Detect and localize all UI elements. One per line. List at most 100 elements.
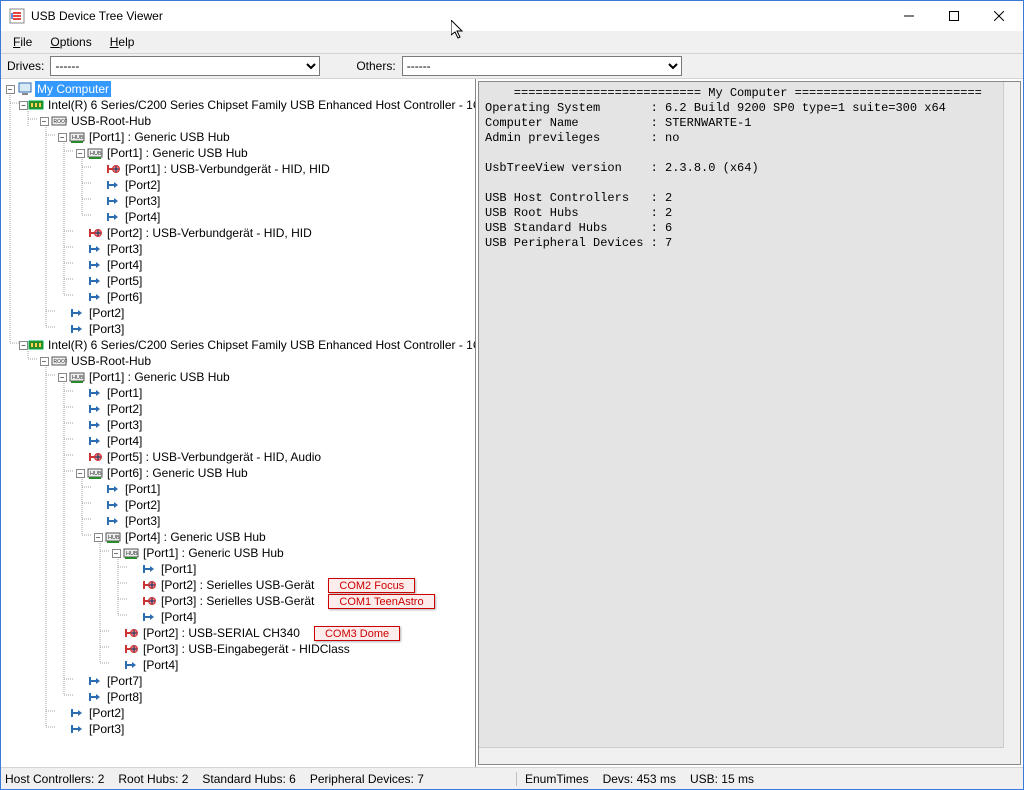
toolbar: Drives: ------ Others: ------ <box>1 53 1023 79</box>
tree-label[interactable]: [Port1] : USB-Verbundgerät - HID, HID <box>123 161 332 177</box>
tree-toggle-icon[interactable]: − <box>19 98 28 112</box>
computer-icon <box>17 81 33 97</box>
tree-label[interactable]: My Computer <box>35 81 111 97</box>
menu-file[interactable]: File <box>5 33 40 51</box>
tree-label[interactable]: [Port4] <box>123 209 162 225</box>
tree-label[interactable]: [Port1] : Generic USB Hub <box>105 145 250 161</box>
tree-label[interactable]: [Port3] <box>105 417 144 433</box>
tree-pane[interactable]: −My Computer−Intel(R) 6 Series/C200 Seri… <box>1 79 476 767</box>
tree-toggle-icon <box>73 258 87 272</box>
tree-row[interactable]: [Port2] <box>1 305 475 321</box>
tree-toggle-icon <box>109 626 123 640</box>
port-icon <box>141 561 157 577</box>
vertical-scrollbar[interactable] <box>1003 82 1020 764</box>
tree-label[interactable]: [Port1] <box>123 481 162 497</box>
tree-label[interactable]: [Port2] : Serielles USB-Gerät <box>159 577 316 593</box>
menu-options[interactable]: Options <box>42 33 99 51</box>
tree-label[interactable]: [Port5] : USB-Verbundgerät - HID, Audio <box>105 449 323 465</box>
tree-label[interactable]: [Port2] <box>105 401 144 417</box>
port-icon <box>87 385 103 401</box>
tree-row[interactable]: −ROOTUSB-Root-Hub <box>1 113 475 129</box>
tree-label[interactable]: [Port8] <box>105 689 144 705</box>
device-icon <box>123 641 139 657</box>
close-button[interactable] <box>976 2 1021 31</box>
tree-toggle-icon[interactable]: − <box>73 466 87 480</box>
content: −My Computer−Intel(R) 6 Series/C200 Seri… <box>1 79 1023 767</box>
horizontal-scrollbar[interactable] <box>479 747 1004 764</box>
tree-toggle-icon <box>109 658 123 672</box>
tree-toggle-icon <box>73 418 87 432</box>
tree-label[interactable]: [Port1] <box>159 561 198 577</box>
port-icon <box>87 257 103 273</box>
svg-text:HUB: HUB <box>90 471 102 477</box>
tree-toggle-icon <box>91 178 105 192</box>
tree-toggle-icon[interactable]: − <box>73 146 87 160</box>
minimize-button[interactable] <box>886 2 931 31</box>
tree-toggle-icon[interactable]: − <box>37 354 51 368</box>
tree-row[interactable]: [Port2] <box>1 705 475 721</box>
tree-label[interactable]: [Port3] : Serielles USB-Gerät <box>159 593 316 609</box>
tree-toggle-icon <box>55 706 69 720</box>
tree-label[interactable]: [Port6] : Generic USB Hub <box>105 465 250 481</box>
tree-label[interactable]: [Port3] <box>123 193 162 209</box>
tree-row[interactable]: [Port3] <box>1 721 475 737</box>
tree-label[interactable]: [Port7] <box>105 673 144 689</box>
tree-toggle-icon[interactable]: − <box>3 82 17 96</box>
tree-label[interactable]: [Port3] <box>87 721 126 737</box>
tree-label[interactable]: USB-Root-Hub <box>69 113 153 129</box>
tree-label[interactable]: [Port2] <box>87 705 126 721</box>
tree-label[interactable]: [Port4] : Generic USB Hub <box>123 529 268 545</box>
info-pane[interactable]: ========================== My Computer =… <box>478 81 1021 765</box>
tree-toggle-icon[interactable]: − <box>91 530 105 544</box>
device-icon <box>87 449 103 465</box>
tree-label[interactable]: USB-Root-Hub <box>69 353 153 369</box>
tree-label[interactable]: [Port5] <box>105 273 144 289</box>
tree-toggle-icon[interactable]: − <box>55 130 69 144</box>
tree-toggle-icon[interactable]: − <box>19 338 28 352</box>
port-icon <box>87 673 103 689</box>
maximize-button[interactable] <box>931 2 976 31</box>
tree-label[interactable]: Intel(R) 6 Series/C200 Series Chipset Fa… <box>46 337 476 353</box>
tree-row[interactable]: [Port8] <box>1 689 475 705</box>
tree-label[interactable]: [Port4] <box>105 257 144 273</box>
tree-label[interactable]: [Port6] <box>105 289 144 305</box>
tree-label[interactable]: [Port1] : Generic USB Hub <box>141 545 286 561</box>
tree-label[interactable]: [Port4] <box>105 433 144 449</box>
tree-toggle-icon <box>73 242 87 256</box>
tree-row[interactable]: − Intel(R) 6 Series/C200 Series Chipset F… <box>1 337 475 353</box>
tree-label[interactable]: [Port2] : USB-Verbundgerät - HID, HID <box>105 225 314 241</box>
tree-label[interactable]: Intel(R) 6 Series/C200 Series Chipset Fa… <box>46 97 476 113</box>
tree-toggle-icon[interactable]: − <box>55 370 69 384</box>
tree-toggle-icon[interactable]: − <box>109 546 123 560</box>
tree-toggle-icon <box>73 226 87 240</box>
tree-row[interactable]: − My Computer <box>1 81 475 97</box>
svg-text:HUB: HUB <box>90 151 102 157</box>
tree-label[interactable]: [Port2] <box>123 497 162 513</box>
tree-label[interactable]: [Port3] <box>105 241 144 257</box>
tree-label[interactable]: [Port3] <box>123 513 162 529</box>
tree-label[interactable]: [Port1] : Generic USB Hub <box>87 129 232 145</box>
menubar: File Options Help <box>1 31 1023 53</box>
tree-toggle-icon[interactable]: − <box>37 114 51 128</box>
tree-label[interactable]: [Port3] <box>87 321 126 337</box>
tree-row[interactable]: −ROOTUSB-Root-Hub <box>1 353 475 369</box>
tree-row[interactable]: [Port6] <box>1 289 475 305</box>
tree-label[interactable]: [Port1] : Generic USB Hub <box>87 369 232 385</box>
tree-label[interactable]: [Port2] : USB-SERIAL CH340 <box>141 625 302 641</box>
tree-row[interactable]: − Intel(R) 6 Series/C200 Series Chipset F… <box>1 97 475 113</box>
drives-select[interactable]: ------ <box>50 56 320 76</box>
tree-toggle-icon <box>73 402 87 416</box>
tree-label[interactable]: [Port4] <box>141 657 180 673</box>
tree-row[interactable]: [Port3] <box>1 321 475 337</box>
tree-toggle-icon <box>73 290 87 304</box>
tree-label[interactable]: [Port2] <box>123 177 162 193</box>
tree-label[interactable]: [Port2] <box>87 305 126 321</box>
others-select[interactable]: ------ <box>402 56 682 76</box>
com-badge: COM3 Dome <box>314 626 400 641</box>
window-title: USB Device Tree Viewer <box>31 9 886 23</box>
menu-help[interactable]: Help <box>102 33 143 51</box>
tree-label[interactable]: [Port1] <box>105 385 144 401</box>
tree-label[interactable]: [Port3] : USB-Eingabegerät - HIDClass <box>141 641 352 657</box>
port-icon <box>87 289 103 305</box>
tree-label[interactable]: [Port4] <box>159 609 198 625</box>
